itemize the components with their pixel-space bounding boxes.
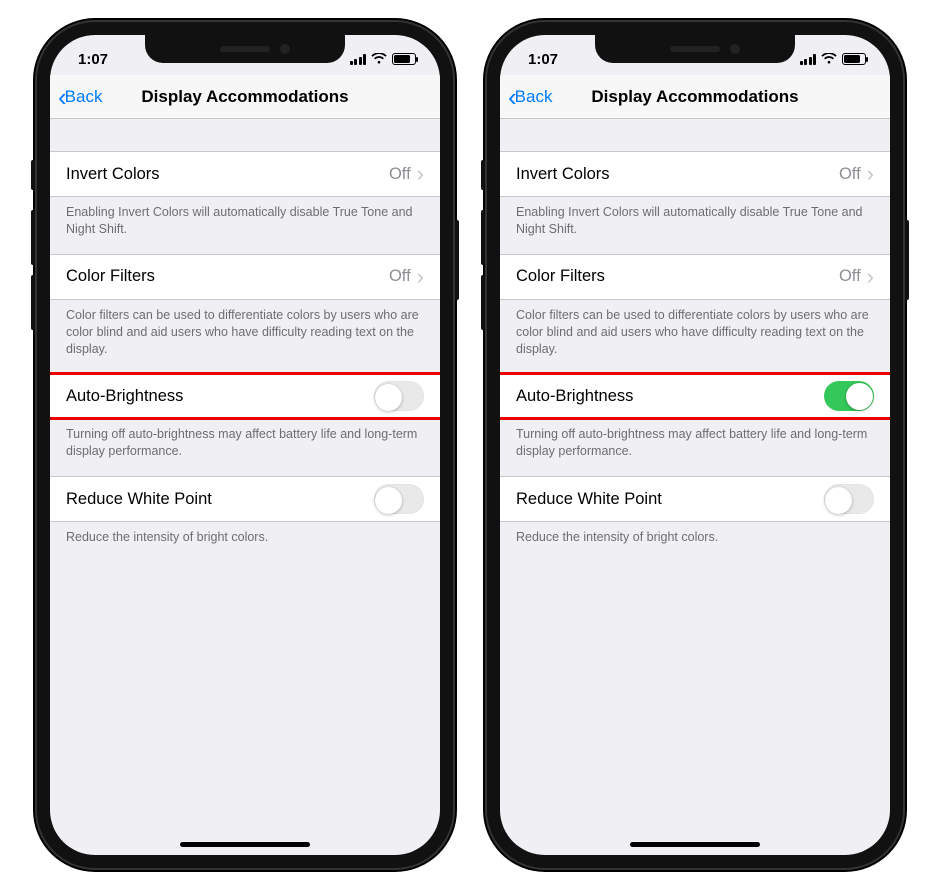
power-button [905, 220, 909, 300]
row-label: Reduce White Point [66, 490, 374, 509]
row-value: Off [389, 165, 411, 184]
wifi-icon [371, 53, 387, 65]
footer-filters: Color filters can be used to differentia… [500, 300, 890, 374]
back-label: Back [515, 87, 553, 107]
auto-brightness-toggle[interactable] [374, 381, 424, 411]
settings-content: Invert Colors Off › Enabling Invert Colo… [50, 119, 440, 562]
mute-switch [481, 160, 485, 190]
phone-frame-right: 1:07 ‹ Back Display Accommodations Inver… [485, 20, 905, 870]
phone-frame-left: 1:07 ‹ Back Display Accommodations Inver… [35, 20, 455, 870]
settings-content: Invert Colors Off › Enabling Invert Colo… [500, 119, 890, 562]
row-label: Invert Colors [66, 165, 389, 184]
chevron-right-icon: › [417, 264, 424, 290]
front-camera [280, 44, 290, 54]
reduce-white-point-toggle[interactable] [824, 484, 874, 514]
row-value: Off [839, 165, 861, 184]
row-reduce-white-point[interactable]: Reduce White Point [500, 476, 890, 522]
row-auto-brightness[interactable]: Auto-Brightness [50, 373, 440, 419]
page-title: Display Accommodations [50, 87, 440, 107]
battery-icon [392, 53, 416, 65]
row-value: Off [389, 267, 411, 286]
screen: 1:07 ‹ Back Display Accommodations Inver… [500, 35, 890, 855]
row-value: Off [839, 267, 861, 286]
row-label: Color Filters [516, 267, 839, 286]
footer-white: Reduce the intensity of bright colors. [50, 522, 440, 562]
row-label: Invert Colors [516, 165, 839, 184]
volume-down [481, 275, 485, 330]
row-reduce-white-point[interactable]: Reduce White Point [50, 476, 440, 522]
row-color-filters[interactable]: Color Filters Off › [500, 254, 890, 300]
volume-up [31, 210, 35, 265]
navigation-bar: ‹ Back Display Accommodations [500, 75, 890, 119]
row-label: Auto-Brightness [516, 387, 824, 406]
volume-up [481, 210, 485, 265]
front-camera [730, 44, 740, 54]
back-button[interactable]: ‹ Back [58, 84, 102, 110]
row-auto-brightness[interactable]: Auto-Brightness [500, 373, 890, 419]
footer-auto: Turning off auto-brightness may affect b… [500, 419, 890, 476]
back-label: Back [65, 87, 103, 107]
chevron-right-icon: › [417, 161, 424, 187]
notch [595, 35, 795, 63]
home-indicator[interactable] [630, 842, 760, 847]
volume-down [31, 275, 35, 330]
row-label: Reduce White Point [516, 490, 824, 509]
status-time: 1:07 [528, 51, 558, 68]
footer-white: Reduce the intensity of bright colors. [500, 522, 890, 562]
speaker [670, 46, 720, 52]
page-title: Display Accommodations [500, 87, 890, 107]
battery-icon [842, 53, 866, 65]
reduce-white-point-toggle[interactable] [374, 484, 424, 514]
footer-invert: Enabling Invert Colors will automaticall… [50, 197, 440, 254]
mute-switch [31, 160, 35, 190]
screen: 1:07 ‹ Back Display Accommodations Inver… [50, 35, 440, 855]
back-button[interactable]: ‹ Back [508, 84, 552, 110]
notch [145, 35, 345, 63]
chevron-right-icon: › [867, 264, 874, 290]
row-color-filters[interactable]: Color Filters Off › [50, 254, 440, 300]
home-indicator[interactable] [180, 842, 310, 847]
footer-auto: Turning off auto-brightness may affect b… [50, 419, 440, 476]
speaker [220, 46, 270, 52]
wifi-icon [821, 53, 837, 65]
row-invert-colors[interactable]: Invert Colors Off › [50, 151, 440, 197]
cellular-signal-icon [350, 54, 367, 65]
row-label: Auto-Brightness [66, 387, 374, 406]
auto-brightness-toggle[interactable] [824, 381, 874, 411]
footer-invert: Enabling Invert Colors will automaticall… [500, 197, 890, 254]
footer-filters: Color filters can be used to differentia… [50, 300, 440, 374]
cellular-signal-icon [800, 54, 817, 65]
status-time: 1:07 [78, 51, 108, 68]
row-label: Color Filters [66, 267, 389, 286]
navigation-bar: ‹ Back Display Accommodations [50, 75, 440, 119]
chevron-right-icon: › [867, 161, 874, 187]
row-invert-colors[interactable]: Invert Colors Off › [500, 151, 890, 197]
power-button [455, 220, 459, 300]
